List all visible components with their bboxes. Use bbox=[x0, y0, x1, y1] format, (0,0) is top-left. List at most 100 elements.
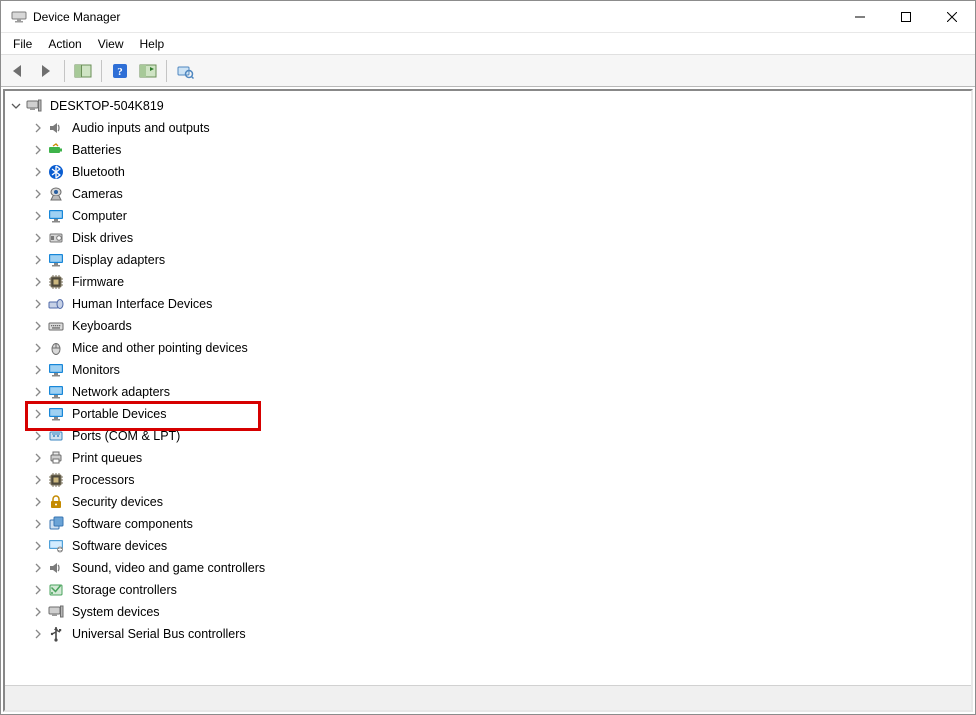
expander-icon[interactable] bbox=[31, 407, 45, 421]
tree-item-display[interactable]: Display adapters bbox=[31, 249, 971, 271]
expander-icon[interactable] bbox=[31, 385, 45, 399]
battery-icon bbox=[48, 142, 64, 158]
tree-item-sound[interactable]: Sound, video and game controllers bbox=[31, 557, 971, 579]
expander-icon[interactable] bbox=[31, 341, 45, 355]
tree-item-processors[interactable]: Processors bbox=[31, 469, 971, 491]
usb-icon bbox=[48, 626, 64, 642]
tree-item-printq[interactable]: Print queues bbox=[31, 447, 971, 469]
printer-icon bbox=[48, 450, 64, 466]
tree-item-network[interactable]: Network adapters bbox=[31, 381, 971, 403]
expander-icon[interactable] bbox=[31, 495, 45, 509]
expander-icon[interactable] bbox=[31, 231, 45, 245]
toolbar: ? bbox=[1, 55, 975, 87]
expander-icon[interactable] bbox=[31, 297, 45, 311]
tree-item-label: Software components bbox=[69, 516, 196, 532]
tree-item-cameras[interactable]: Cameras bbox=[31, 183, 971, 205]
tree-item-label: Portable Devices bbox=[69, 406, 170, 422]
keyboard-icon bbox=[48, 318, 64, 334]
toolbar-action-button[interactable] bbox=[135, 58, 161, 84]
expander-icon[interactable] bbox=[31, 451, 45, 465]
tree-item-label: Storage controllers bbox=[69, 582, 180, 598]
tree-item-label: Network adapters bbox=[69, 384, 173, 400]
tree-item-disk[interactable]: Disk drives bbox=[31, 227, 971, 249]
expander-icon[interactable] bbox=[31, 363, 45, 377]
bluetooth-icon bbox=[48, 164, 64, 180]
menu-action[interactable]: Action bbox=[40, 35, 89, 53]
toolbar-forward-button[interactable] bbox=[33, 58, 59, 84]
expander-icon[interactable] bbox=[31, 143, 45, 157]
hid-icon bbox=[48, 296, 64, 312]
minimize-button[interactable] bbox=[837, 1, 883, 32]
expander-icon[interactable] bbox=[31, 209, 45, 223]
tree-item-batteries[interactable]: Batteries bbox=[31, 139, 971, 161]
tree-item-keyboards[interactable]: Keyboards bbox=[31, 315, 971, 337]
menubar: File Action View Help bbox=[1, 33, 975, 55]
toolbar-console-tree-button[interactable] bbox=[70, 58, 96, 84]
expander-icon[interactable] bbox=[31, 627, 45, 641]
expander-icon[interactable] bbox=[9, 99, 23, 113]
tree-item-swdev[interactable]: Software devices bbox=[31, 535, 971, 557]
status-bar bbox=[5, 685, 971, 710]
tree-item-hid[interactable]: Human Interface Devices bbox=[31, 293, 971, 315]
expander-icon[interactable] bbox=[31, 253, 45, 267]
tree-item-label: Batteries bbox=[69, 142, 124, 158]
port-icon bbox=[48, 428, 64, 444]
menu-help[interactable]: Help bbox=[132, 35, 173, 53]
monitor-icon bbox=[48, 252, 64, 268]
monitor-icon bbox=[48, 362, 64, 378]
tree-item-firmware[interactable]: Firmware bbox=[31, 271, 971, 293]
tree-item-label: Computer bbox=[69, 208, 130, 224]
tree-item-monitors[interactable]: Monitors bbox=[31, 359, 971, 381]
expander-icon[interactable] bbox=[31, 605, 45, 619]
tree-item-label: Monitors bbox=[69, 362, 123, 378]
close-button[interactable] bbox=[929, 1, 975, 32]
svg-text:?: ? bbox=[117, 66, 123, 78]
toolbar-separator bbox=[101, 60, 102, 82]
expander-icon[interactable] bbox=[31, 473, 45, 487]
app-icon bbox=[11, 9, 27, 25]
tree-item-audio[interactable]: Audio inputs and outputs bbox=[31, 117, 971, 139]
toolbar-back-button[interactable] bbox=[5, 58, 31, 84]
tree-item-security[interactable]: Security devices bbox=[31, 491, 971, 513]
component-icon bbox=[48, 516, 64, 532]
menu-view[interactable]: View bbox=[90, 35, 132, 53]
tree-item-computer[interactable]: Computer bbox=[31, 205, 971, 227]
expander-icon[interactable] bbox=[31, 517, 45, 531]
tree-item-label: Universal Serial Bus controllers bbox=[69, 626, 249, 642]
maximize-button[interactable] bbox=[883, 1, 929, 32]
tree-item-label: Keyboards bbox=[69, 318, 135, 334]
expander-icon[interactable] bbox=[31, 165, 45, 179]
tree-item-system[interactable]: System devices bbox=[31, 601, 971, 623]
monitor-icon bbox=[48, 384, 64, 400]
tree-item-ports[interactable]: Ports (COM & LPT) bbox=[31, 425, 971, 447]
swdev-icon bbox=[48, 538, 64, 554]
expander-icon[interactable] bbox=[31, 539, 45, 553]
tree-item-label: System devices bbox=[69, 604, 163, 620]
expander-icon[interactable] bbox=[31, 275, 45, 289]
expander-icon[interactable] bbox=[31, 319, 45, 333]
tree-item-swcomp[interactable]: Software components bbox=[31, 513, 971, 535]
expander-icon[interactable] bbox=[31, 561, 45, 575]
speaker-icon bbox=[48, 560, 64, 576]
tree-item-portable[interactable]: Portable Devices bbox=[31, 403, 971, 425]
toolbar-help-button[interactable]: ? bbox=[107, 58, 133, 84]
content-area: DESKTOP-504K819 Audio inputs and outputs B… bbox=[3, 89, 973, 712]
tree-root-label: DESKTOP-504K819 bbox=[47, 98, 167, 114]
expander-icon[interactable] bbox=[31, 583, 45, 597]
menu-file[interactable]: File bbox=[5, 35, 40, 53]
tree-item-mice[interactable]: Mice and other pointing devices bbox=[31, 337, 971, 359]
expander-icon[interactable] bbox=[31, 121, 45, 135]
device-tree[interactable]: DESKTOP-504K819 Audio inputs and outputs B… bbox=[5, 91, 971, 685]
monitor-icon bbox=[48, 208, 64, 224]
tree-root[interactable]: DESKTOP-504K819 bbox=[9, 95, 971, 117]
computer-icon bbox=[26, 98, 42, 114]
speaker-icon bbox=[48, 120, 64, 136]
chip-icon bbox=[48, 274, 64, 290]
toolbar-scan-button[interactable] bbox=[172, 58, 198, 84]
tree-item-usb[interactable]: Universal Serial Bus controllers bbox=[31, 623, 971, 645]
tree-item-bluetooth[interactable]: Bluetooth bbox=[31, 161, 971, 183]
expander-icon[interactable] bbox=[31, 429, 45, 443]
tree-item-label: Disk drives bbox=[69, 230, 136, 246]
expander-icon[interactable] bbox=[31, 187, 45, 201]
tree-item-storage[interactable]: Storage controllers bbox=[31, 579, 971, 601]
